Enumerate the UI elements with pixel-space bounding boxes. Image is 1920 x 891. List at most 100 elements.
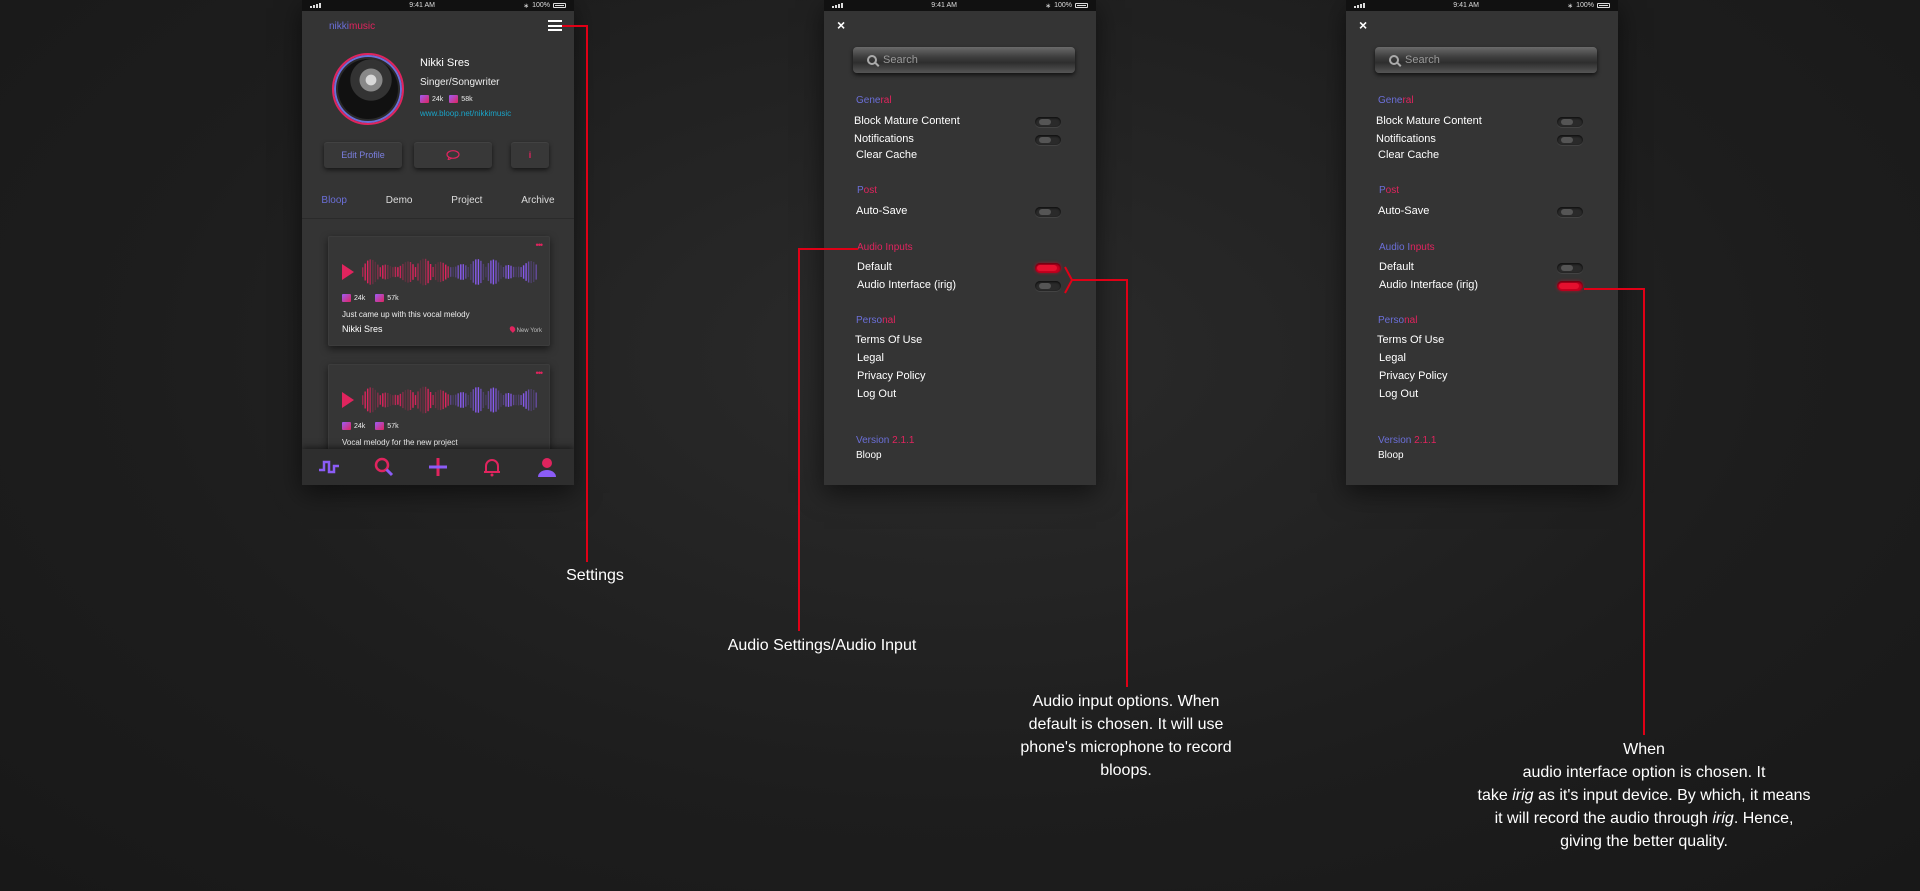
waveform-bar (487, 263, 490, 281)
avatar[interactable] (332, 53, 404, 125)
play-icon[interactable] (342, 392, 354, 408)
waveform-bar (455, 266, 457, 278)
signal-icon (832, 3, 843, 8)
waveform-bar (442, 262, 444, 282)
notifications-toggle[interactable] (1035, 135, 1061, 145)
waveform-bar (497, 390, 500, 410)
waveform-bar (510, 393, 512, 407)
search-input[interactable] (881, 53, 1055, 67)
waveform-bar (392, 395, 394, 405)
hamburger-menu-icon[interactable] (548, 20, 562, 31)
post-likes: 24k (354, 422, 366, 430)
section-audio-inputs-heading: Audio Inputs (857, 242, 913, 253)
waveform-bar (399, 265, 402, 279)
message-button[interactable] (414, 142, 492, 168)
waveform-bar (445, 264, 447, 280)
legal-item[interactable]: Legal (857, 352, 884, 364)
add-icon[interactable] (427, 456, 449, 478)
bell-icon[interactable] (481, 456, 503, 478)
clear-cache-item[interactable]: Clear Cache (1378, 149, 1439, 161)
profile-link[interactable]: www.bloop.net/nikkimusic (420, 109, 511, 118)
search-icon (867, 55, 877, 65)
version-label: Version 2.1.1 (1378, 435, 1437, 446)
annotation-settings: Settings (566, 567, 624, 584)
play-icon[interactable] (342, 264, 354, 280)
waveform-bar (372, 387, 374, 413)
version-label: Version 2.1.1 (856, 435, 915, 446)
waveform-bar (455, 394, 457, 406)
waveform-bar (439, 261, 442, 283)
tab-demo[interactable]: Demo (386, 195, 413, 213)
post-card[interactable]: ••• 24k 57k Vocal melody for the new pro… (328, 364, 550, 454)
edit-profile-button[interactable]: Edit Profile (324, 142, 402, 168)
battery-icon (553, 3, 566, 8)
auto-save-toggle[interactable] (1557, 207, 1583, 217)
profile-icon[interactable] (536, 456, 558, 478)
home-wave-icon[interactable] (318, 456, 340, 478)
audio-interface-label: Audio Interface (irig) (1379, 279, 1479, 291)
post-author: Nikki Sres (342, 324, 383, 334)
terms-item[interactable]: Terms Of Use (1377, 334, 1444, 346)
search-bar[interactable] (1375, 47, 1597, 73)
post-stats: 24k 57k (342, 294, 399, 302)
privacy-item[interactable]: Privacy Policy (857, 370, 925, 382)
waveform-bar (447, 394, 449, 406)
waveform-bar (362, 267, 364, 277)
terms-item[interactable]: Terms Of Use (855, 334, 922, 346)
search-bar[interactable] (853, 47, 1075, 73)
tab-bloop[interactable]: Bloop (321, 195, 347, 213)
waveform-bar (475, 259, 477, 285)
waveform-bar (477, 259, 480, 285)
waveform-bar (495, 260, 497, 284)
waveform-bar (407, 261, 409, 283)
waveform-bar (364, 391, 366, 409)
waveform-bar (530, 389, 532, 412)
logout-item[interactable]: Log Out (857, 388, 896, 400)
info-button[interactable]: i (511, 142, 549, 168)
waveform-bar (452, 395, 454, 405)
audio-interface-toggle[interactable] (1035, 281, 1061, 291)
waveform-bar (472, 389, 474, 411)
section-general-heading: General (1378, 95, 1414, 106)
tab-archive[interactable]: Archive (521, 195, 554, 213)
waveform-bar (462, 264, 464, 280)
status-bar: 9:41 AM ∗ 100% (1346, 0, 1618, 11)
waveform-bar (397, 395, 399, 405)
waveform-bar (419, 388, 422, 412)
waveform-bar (424, 386, 427, 414)
logout-item[interactable]: Log Out (1379, 388, 1418, 400)
tab-project[interactable]: Project (451, 195, 482, 213)
more-options-icon[interactable]: ••• (536, 240, 544, 250)
waveform-bar (465, 265, 467, 279)
notifications-toggle[interactable] (1557, 135, 1583, 145)
app-name: Bloop (856, 450, 882, 461)
audio-default-toggle[interactable] (1557, 263, 1583, 273)
bluetooth-icon: ∗ (523, 2, 530, 10)
waveform-bar (452, 267, 454, 277)
search-icon[interactable] (373, 456, 395, 478)
waveform-bar (367, 388, 369, 412)
audio-interface-toggle[interactable] (1557, 281, 1583, 291)
block-mature-toggle[interactable] (1035, 117, 1061, 127)
waveform-bar (377, 392, 379, 408)
legal-item[interactable]: Legal (1379, 352, 1406, 364)
auto-save-toggle[interactable] (1035, 207, 1061, 217)
clear-cache-item[interactable]: Clear Cache (856, 149, 917, 161)
waveform-bar (377, 264, 379, 280)
post-caption: Vocal melody for the new project (342, 438, 458, 447)
close-icon[interactable]: × (837, 17, 845, 33)
waveform-bar (422, 386, 424, 414)
waveform-bar (470, 392, 472, 408)
close-icon[interactable]: × (1359, 17, 1367, 33)
waveform-bar (414, 267, 417, 277)
block-mature-toggle[interactable] (1557, 117, 1583, 127)
waveform-bar (505, 393, 507, 407)
audio-default-toggle[interactable] (1035, 263, 1061, 273)
search-input[interactable] (1403, 53, 1577, 67)
chat-bubble-icon (446, 150, 460, 160)
post-card[interactable]: ••• 24k 57k Just came up with this vocal… (328, 236, 550, 346)
waveform-bar (447, 266, 449, 278)
privacy-item[interactable]: Privacy Policy (1379, 370, 1447, 382)
more-options-icon[interactable]: ••• (536, 368, 544, 378)
profile-role: Singer/Songwriter (420, 77, 500, 88)
